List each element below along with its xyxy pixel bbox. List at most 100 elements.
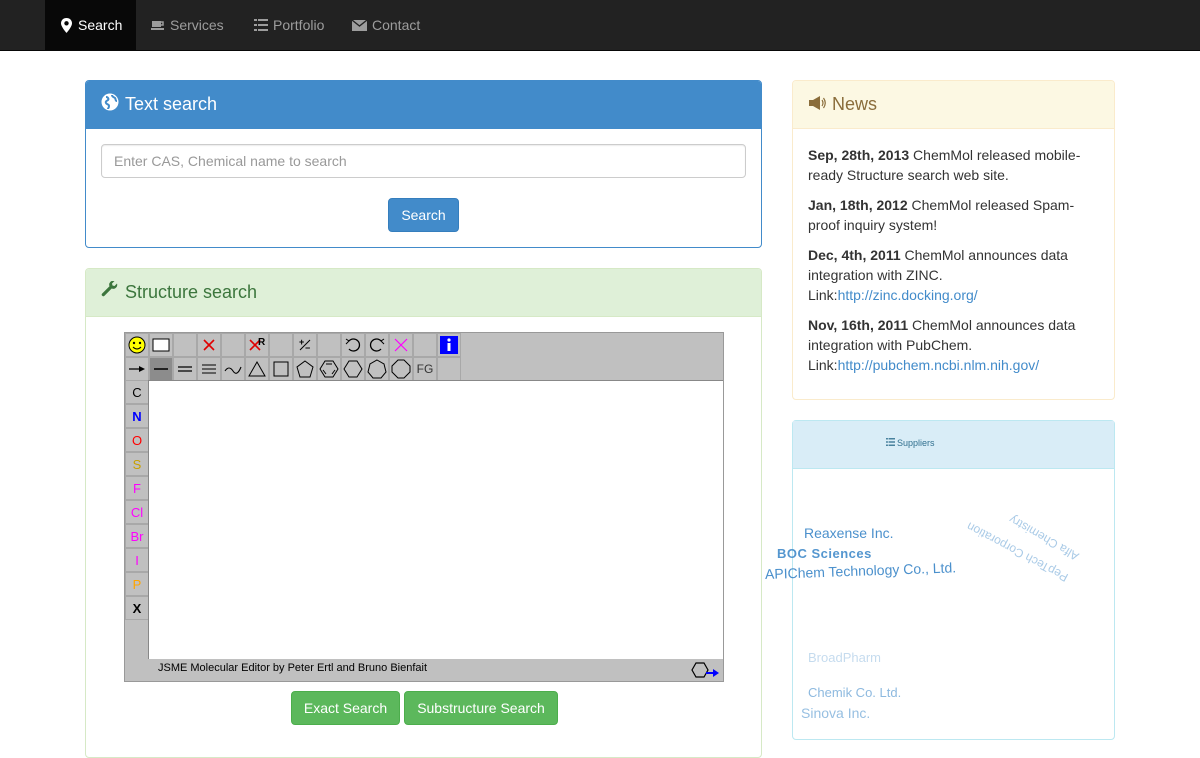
element-c-button[interactable]: C [125, 380, 149, 404]
supplier-tag[interactable]: Chemik Co. Ltd. [808, 685, 901, 700]
pubchem-link[interactable]: http://pubchem.ncbi.nlm.nih.gov/ [838, 357, 1040, 373]
supplier-tag[interactable]: BOC Sciences [777, 546, 872, 561]
bullhorn-icon [808, 94, 826, 115]
element-x-label: X [132, 600, 142, 616]
chain-bond-icon[interactable] [125, 357, 149, 381]
supplier-tag[interactable]: BroadPharm [808, 650, 881, 665]
supplier-tag[interactable]: APIChem Technology Co., Ltd. [765, 559, 957, 582]
editor-credit: JSME Molecular Editor by Peter Ertl and … [158, 662, 428, 674]
exact-search-button[interactable]: Exact Search [291, 691, 400, 725]
structure-search-panel: Structure search R + − FG C N O S F Cl B… [85, 268, 762, 758]
ring8-icon[interactable] [389, 357, 413, 381]
element-f-label: F [133, 480, 141, 496]
text-search-title: Text search [125, 94, 218, 114]
news-heading: News [793, 81, 1114, 129]
ring6-icon[interactable] [341, 357, 365, 381]
element-n-button[interactable]: N [125, 404, 149, 428]
zinc-link[interactable]: http://zinc.docking.org/ [838, 287, 978, 303]
news-link-prefix: Link: [808, 287, 838, 303]
supplier-tag[interactable]: Sinova Inc. [801, 705, 870, 721]
search-input[interactable] [101, 144, 746, 178]
info-icon[interactable] [437, 333, 461, 357]
benzene-icon[interactable] [317, 357, 341, 381]
news-date: Jan, 18th, 2012 [808, 197, 908, 213]
delete-r-group-icon[interactable]: R [245, 333, 269, 357]
element-cl-label: Cl [130, 504, 144, 520]
functional-group-button[interactable]: FG [413, 357, 437, 381]
text-search-panel: Text search Search [85, 80, 762, 248]
element-i-button[interactable]: I [125, 548, 149, 572]
element-o-label: O [131, 432, 143, 448]
svg-text:+: + [299, 337, 304, 347]
news-item: Sep, 28th, 2013 ChemMol released mobile-… [808, 145, 1098, 185]
list-icon [254, 19, 268, 31]
blank-tool-icon-4[interactable] [317, 333, 341, 357]
element-f-button[interactable]: F [125, 476, 149, 500]
nav-portfolio[interactable]: Portfolio [254, 0, 324, 50]
substructure-search-button[interactable]: Substructure Search [404, 691, 558, 725]
double-bond-icon[interactable] [173, 357, 197, 381]
suppliers-title: Suppliers [897, 438, 935, 448]
nav-contact-label: Contact [372, 17, 421, 33]
structure-search-title: Structure search [125, 282, 258, 302]
clear-icon[interactable] [389, 333, 413, 357]
element-o-button[interactable]: O [125, 428, 149, 452]
chain-icon[interactable] [221, 357, 245, 381]
blank-tool-icon-2[interactable] [221, 333, 245, 357]
ring5-icon[interactable] [293, 357, 317, 381]
news-link-prefix: Link: [808, 357, 838, 373]
suppliers-panel: Suppliers Reaxense Inc. BOC Sciences API… [765, 420, 1115, 740]
element-x-button[interactable]: X [125, 596, 149, 620]
delete-icon[interactable] [197, 333, 221, 357]
smiley-icon[interactable] [125, 333, 149, 357]
element-p-button[interactable]: P [125, 572, 149, 596]
search-button[interactable]: Search [388, 198, 459, 232]
element-br-button[interactable]: Br [125, 524, 149, 548]
news-item: Dec, 4th, 2011 ChemMol announces data in… [808, 245, 1098, 305]
nav-services-label: Services [170, 17, 224, 33]
globe-icon [101, 93, 119, 116]
nav-search[interactable]: Search [45, 0, 136, 50]
ring4-icon[interactable] [269, 357, 293, 381]
blank-tool-icon[interactable] [173, 333, 197, 357]
suppliers-title-wrap: Suppliers [886, 438, 935, 448]
export-icon[interactable] [690, 661, 720, 686]
element-c-label: C [132, 384, 142, 400]
ring7-icon[interactable] [365, 357, 389, 381]
element-s-button[interactable]: S [125, 452, 149, 476]
supplier-tag[interactable]: Reaxense Inc. [804, 525, 894, 541]
structure-search-heading: Structure search [86, 269, 761, 317]
element-n-label: N [132, 408, 142, 424]
news-panel: News Sep, 28th, 2013 ChemMol released mo… [792, 80, 1115, 400]
nav-contact[interactable]: Contact [352, 0, 420, 50]
suppliers-heading: Suppliers [793, 421, 1114, 469]
jsme-editor: R + − FG C N O S F Cl Br I P X JSME Mole… [124, 332, 724, 682]
charge-icon[interactable]: + − [293, 333, 317, 357]
navbar: Search Services Portfolio Contact [0, 0, 1200, 51]
element-br-label: Br [130, 528, 144, 544]
redo-icon[interactable] [365, 333, 389, 357]
drawing-canvas[interactable] [148, 380, 723, 659]
undo-icon[interactable] [341, 333, 365, 357]
news-title: News [832, 94, 878, 114]
coffee-cup-icon [151, 19, 165, 31]
nav-services[interactable]: Services [151, 0, 224, 50]
nav-portfolio-label: Portfolio [273, 17, 325, 33]
blank-tool-icon-3[interactable] [269, 333, 293, 357]
text-search-heading: Text search [86, 81, 761, 129]
nav-search-label: Search [78, 17, 123, 33]
blank-tool-icon-6[interactable] [437, 357, 461, 381]
element-i-label: I [135, 552, 139, 568]
element-p-label: P [132, 576, 142, 592]
single-bond-icon[interactable] [149, 357, 173, 381]
news-item: Jan, 18th, 2012 ChemMol released Spam-pr… [808, 195, 1098, 235]
ring3-icon[interactable] [245, 357, 269, 381]
template-icon[interactable] [149, 333, 173, 357]
element-cl-button[interactable]: Cl [125, 500, 149, 524]
triple-bond-icon[interactable] [197, 357, 221, 381]
blank-tool-icon-5[interactable] [413, 333, 437, 357]
svg-text:R: R [258, 337, 266, 348]
envelope-icon [352, 19, 367, 31]
news-item: Nov, 16th, 2011 ChemMol announces data i… [808, 315, 1098, 375]
news-list: Sep, 28th, 2013 ChemMol released mobile-… [808, 145, 1098, 385]
